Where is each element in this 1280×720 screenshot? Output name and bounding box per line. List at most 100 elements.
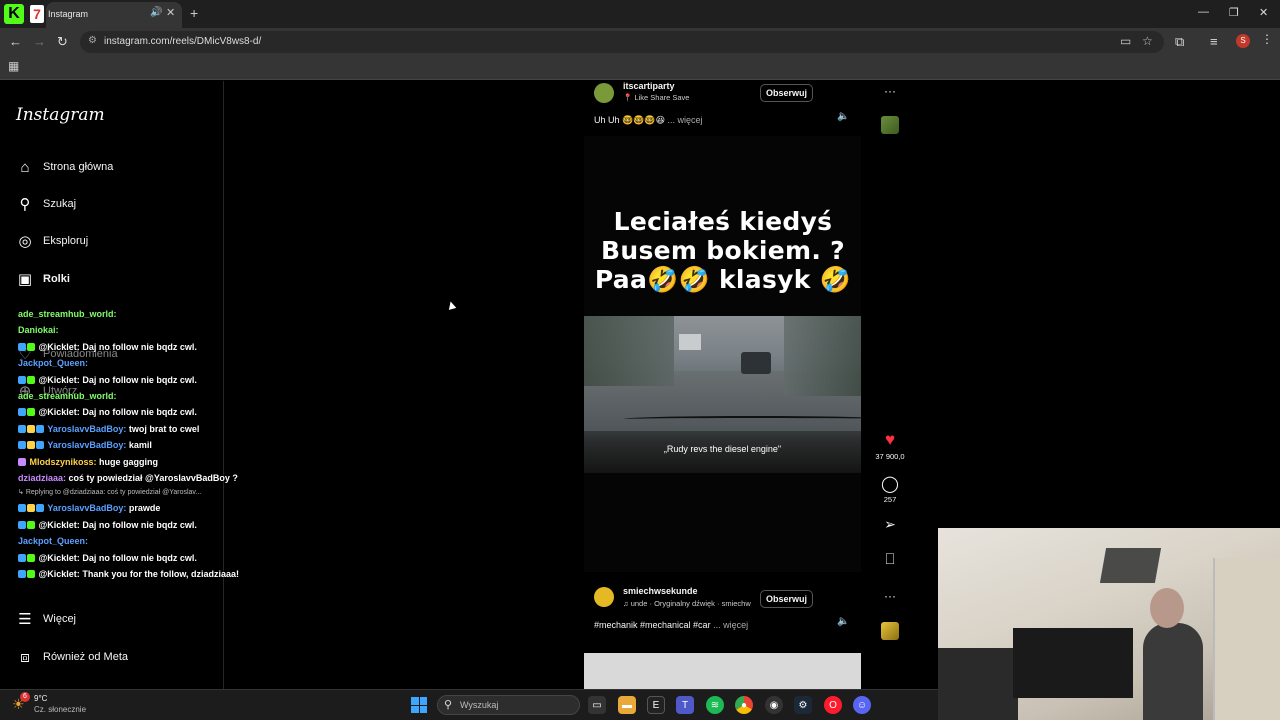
more-link[interactable]: ... więcej [668,115,703,125]
tab-instagram[interactable]: Instagram 🔊 ✕ [46,2,182,28]
media-controls-icon[interactable]: ≡ [1210,34,1218,49]
more-link[interactable]: ... więcej [713,620,748,630]
badge-icon [27,408,35,417]
task-view-icon[interactable]: ▭ [588,696,606,714]
weather-condition[interactable]: Cz. słonecznie [34,705,86,714]
menu-icon: ☰ [18,611,32,628]
follow-button[interactable]: Obserwuj [760,590,814,608]
more-options-icon[interactable]: ··· [880,84,900,98]
reel-username[interactable]: smiechwsekunde [623,586,698,596]
seven-extension-icon[interactable]: 7 [30,5,44,23]
chat-text: Daj no follow nie bqdz cwl. [82,519,197,530]
chrome-icon[interactable]: ● [735,696,753,714]
chat-username: ade_streamhub_world: [18,391,117,402]
site-info-icon[interactable]: ⚙ [88,35,97,46]
chat-text: huge gagging [99,456,159,467]
chat-message: dziadziaaa: coś ty powiedział @Yaroslavv… [18,470,248,486]
reel-caption[interactable]: Uh Uh 🤓🤓🤓😆 ... więcej [594,115,703,126]
reel-caption[interactable]: #mechanik #mechanical #car ... więcej [594,620,748,630]
sidebar-item-label: Więcej [43,613,77,625]
comment-icon[interactable]: ◯ [880,474,900,494]
badge-icon [18,504,26,513]
chat-message: ade_streamhub_world: [18,388,248,404]
chat-text: Daj no follow nie bqdz cwl. [82,552,197,563]
chat-message: Mlodszynikoss: huge gagging [18,454,248,470]
weather-temperature[interactable]: 9°C [34,694,47,703]
reel-username[interactable]: itscartiparty [623,81,675,91]
chat-message: Daniokai: [18,322,248,338]
start-button[interactable] [411,697,427,713]
badge-icon [18,520,26,529]
browser-tab-strip: K 7 Instagram 🔊 ✕ + — ❐ ✕ [0,0,1280,28]
browser-menu-icon[interactable]: ⋮ [1261,32,1273,46]
sidebar-item-reels[interactable]: ▣ Rolki [16,267,70,291]
avatar[interactable] [594,83,614,103]
kick-extension-icon[interactable]: K [4,4,24,24]
chat-message: @Kicklet: Daj no follow nie bqdz cwl. [18,404,248,420]
epic-games-icon[interactable]: E [647,696,665,714]
chat-message: @Kicklet: Daj no follow nie bqdz cwl. [18,517,248,533]
chat-text: kamil [128,440,152,451]
sidebar-item-meta[interactable]: ⧈ Również od Meta [16,645,128,669]
badge-icon [27,342,35,351]
address-bar[interactable]: ⚙ instagram.com/reels/DMicV8ws8-d/ ▭ ☆ [80,31,1164,53]
notification-badge: 6 [20,692,30,702]
apps-grid-icon[interactable]: ▦ [8,59,19,73]
video-frame[interactable]: „Rudy revs the diesel engine" [584,316,861,473]
sidebar-item-more[interactable]: ☰ Więcej [16,607,76,631]
chat-username: YaroslavvBadBoy: [47,503,127,514]
taskbar-search[interactable]: ⚲ Wyszukaj [437,695,580,715]
mute-icon[interactable]: 🔈 [837,111,849,122]
chat-text: Thank you for the follow, dziadziaaa! [82,569,240,580]
audio-playing-icon[interactable]: 🔊 [150,7,162,18]
file-explorer-icon[interactable]: ▬ [618,696,636,714]
steam-icon[interactable]: ⚙ [794,696,812,714]
teams-icon[interactable]: T [676,696,694,714]
next-reel-video[interactable] [584,653,861,689]
mute-icon[interactable]: 🔈 [837,616,849,627]
instagram-logo[interactable]: Instagram [16,105,105,125]
spotify-icon[interactable]: ≋ [706,696,724,714]
reel-audio-text: Like Share Save [634,93,690,102]
badge-icon [18,553,26,562]
reels-icon: ▣ [17,271,33,288]
audio-thumbnail[interactable] [881,116,899,134]
share-icon[interactable]: ➢ [880,516,900,533]
opera-icon[interactable]: O [824,696,842,714]
heart-icon[interactable]: ♥ [880,430,900,450]
avatar[interactable] [594,587,614,607]
forward-icon[interactable]: → [33,34,46,49]
search-icon: ⚲ [19,196,31,213]
follow-button[interactable]: Obserwuj [760,84,814,102]
more-options-icon[interactable]: ··· [880,589,900,603]
profile-avatar[interactable]: S [1236,34,1250,48]
discord-icon[interactable]: ☺ [853,696,871,714]
close-window-icon[interactable]: ✕ [1259,6,1268,19]
sidebar-item-label: Eksploruj [43,235,89,247]
tab-close-icon[interactable]: ✕ [166,6,175,19]
chat-message: YaroslavvBadBoy: kamil [18,437,248,453]
minimize-icon[interactable]: — [1198,6,1209,18]
cast-icon[interactable]: ▭ [1120,34,1131,48]
meta-icon: ⧈ [20,648,30,666]
tab-title: Instagram [48,9,89,19]
audio-thumbnail[interactable] [881,622,899,640]
bookmarks-bar: ▦ [0,56,1280,80]
bookmark-icon[interactable]: ⎕ [880,551,900,568]
obs-icon[interactable]: ◉ [765,696,783,714]
extensions-icon[interactable]: ⧉ [1175,34,1184,50]
sidebar-item-explore[interactable]: ◎ Eksploruj [16,229,88,253]
like-count: 37 900,0 [875,452,905,461]
badge-icon [18,570,26,579]
sidebar-item-home[interactable]: ⌂ Strona główna [16,155,113,179]
restore-icon[interactable]: ❐ [1229,6,1239,19]
new-tab-button[interactable]: + [190,5,198,21]
back-icon[interactable]: ← [9,34,22,49]
trees-right [784,316,861,396]
url-text[interactable]: instagram.com/reels/DMicV8ws8-d/ [104,36,261,47]
reload-icon[interactable]: ↻ [57,34,68,50]
reel-audio[interactable]: ♫ unde · Oryginalny dźwięk · smiechw [623,599,751,608]
bookmark-star-icon[interactable]: ☆ [1142,34,1153,48]
reel-audio[interactable]: 📍 Like Share Save [623,93,689,102]
sidebar-item-search[interactable]: ⚲ Szukaj [16,192,77,216]
